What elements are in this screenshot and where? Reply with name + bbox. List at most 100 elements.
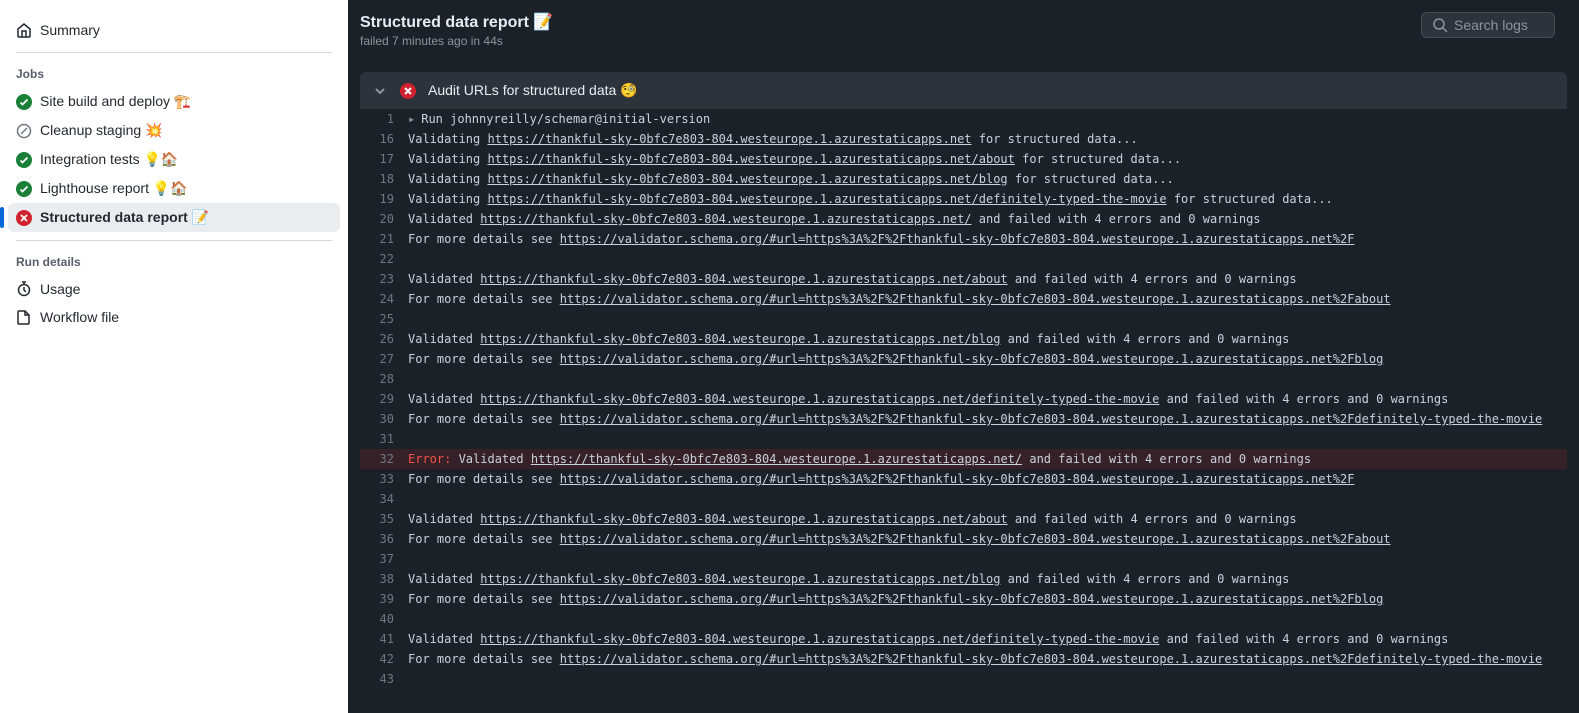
line-text: Validated https://thankful-sky-0bfc7e803… [408,269,1567,289]
log-link[interactable]: https://thankful-sky-0bfc7e803-804.weste… [531,452,1022,466]
log-link[interactable]: https://thankful-sky-0bfc7e803-804.weste… [487,132,971,146]
line-number: 41 [360,629,408,649]
sidebar-item-label: Site build and deploy 🏗️ [40,93,191,110]
line-text: Validating https://thankful-sky-0bfc7e80… [408,189,1567,209]
log-link[interactable]: https://validator.schema.org/#url=https%… [560,592,1384,606]
sidebar-job-item[interactable]: Cleanup staging 💥 [8,116,340,145]
log-link[interactable]: https://validator.schema.org/#url=https%… [560,352,1384,366]
sidebar-item-label: Usage [40,281,80,297]
line-text [408,429,1567,449]
line-text: Validating https://thankful-sky-0bfc7e80… [408,149,1567,169]
line-text: Validated https://thankful-sky-0bfc7e803… [408,389,1567,409]
sidebar-item-label: Lighthouse report 💡🏠 [40,180,188,197]
file-icon [16,309,32,325]
log-link[interactable]: https://validator.schema.org/#url=https%… [560,232,1355,246]
line-number: 31 [360,429,408,449]
log-link[interactable]: https://thankful-sky-0bfc7e803-804.weste… [480,632,1159,646]
log-link[interactable]: https://thankful-sky-0bfc7e803-804.weste… [480,512,1007,526]
stopwatch-icon [16,281,32,297]
line-number: 42 [360,649,408,669]
line-number: 39 [360,589,408,609]
sidebar-workflow-file[interactable]: Workflow file [8,303,340,331]
log-link[interactable]: https://thankful-sky-0bfc7e803-804.weste… [480,572,1000,586]
sidebar-item-label: Workflow file [40,309,119,325]
log-link[interactable]: https://validator.schema.org/#url=https%… [560,532,1391,546]
search-logs[interactable] [1421,12,1555,38]
line-text [408,249,1567,269]
log-line: 19Validating https://thankful-sky-0bfc7e… [360,189,1567,209]
line-text [408,609,1567,629]
log-link[interactable]: https://thankful-sky-0bfc7e803-804.weste… [487,192,1166,206]
line-number: 23 [360,269,408,289]
log-line: 43 [360,669,1567,689]
line-text: ▸Run johnnyreilly/schemar@initial-versio… [408,109,1567,129]
log-link[interactable]: https://thankful-sky-0bfc7e803-804.weste… [480,272,1007,286]
line-text: Error: Validated https://thankful-sky-0b… [408,449,1567,469]
caret-icon[interactable]: ▸ [408,112,415,126]
line-text: Validating https://thankful-sky-0bfc7e80… [408,129,1567,149]
sidebar-job-item[interactable]: Lighthouse report 💡🏠 [8,174,340,203]
log-line: 30For more details see https://validator… [360,409,1567,429]
log-link[interactable]: https://validator.schema.org/#url=https%… [560,292,1391,306]
line-text [408,309,1567,329]
log-link[interactable]: https://thankful-sky-0bfc7e803-804.weste… [480,332,1000,346]
log-line: 28 [360,369,1567,389]
sidebar: Summary Jobs Site build and deploy 🏗️ Cle… [0,0,348,713]
jobs-heading: Jobs [8,61,340,87]
sidebar-job-item[interactable]: Site build and deploy 🏗️ [8,87,340,116]
x-circle-icon [400,83,416,99]
line-number: 37 [360,549,408,569]
log-link[interactable]: https://validator.schema.org/#url=https%… [560,652,1543,666]
page-title: Structured data report 📝 [360,12,553,32]
line-number: 43 [360,669,408,689]
line-number: 36 [360,529,408,549]
log-line: 32Error: Validated https://thankful-sky-… [360,449,1567,469]
step-title: Audit URLs for structured data 🧐 [428,82,638,99]
sidebar-item-label: Summary [40,22,100,38]
line-text: For more details see https://validator.s… [408,229,1567,249]
search-input[interactable] [1454,17,1544,33]
x-circle-icon [16,210,32,226]
step-header[interactable]: Audit URLs for structured data 🧐 [360,72,1567,109]
log-link[interactable]: https://validator.schema.org/#url=https%… [560,412,1543,426]
log-line: 38Validated https://thankful-sky-0bfc7e8… [360,569,1567,589]
line-text: For more details see https://validator.s… [408,469,1567,489]
line-text: For more details see https://validator.s… [408,529,1567,549]
sidebar-usage[interactable]: Usage [8,275,340,303]
log-line: 20Validated https://thankful-sky-0bfc7e8… [360,209,1567,229]
log-line: 1▸Run johnnyreilly/schemar@initial-versi… [360,109,1567,129]
line-text: Validated https://thankful-sky-0bfc7e803… [408,209,1567,229]
sidebar-job-item[interactable]: Integration tests 💡🏠 [8,145,340,174]
main-header: Structured data report 📝 failed 7 minute… [348,0,1579,60]
log-link[interactable]: https://validator.schema.org/#url=https%… [560,472,1355,486]
line-number: 19 [360,189,408,209]
log-output[interactable]: 1▸Run johnnyreilly/schemar@initial-versi… [360,109,1567,713]
line-text: For more details see https://validator.s… [408,589,1567,609]
log-line: 25 [360,309,1567,329]
log-line: 40 [360,609,1567,629]
log-link[interactable]: https://thankful-sky-0bfc7e803-804.weste… [487,172,1007,186]
line-number: 21 [360,229,408,249]
sidebar-job-item[interactable]: Structured data report 📝 [8,203,340,232]
line-number: 1 [360,109,408,129]
line-number: 17 [360,149,408,169]
log-line: 18Validating https://thankful-sky-0bfc7e… [360,169,1567,189]
line-text: For more details see https://validator.s… [408,409,1567,429]
log-link[interactable]: https://thankful-sky-0bfc7e803-804.weste… [480,212,971,226]
sidebar-summary[interactable]: Summary [8,16,340,44]
line-number: 22 [360,249,408,269]
line-text: Validated https://thankful-sky-0bfc7e803… [408,509,1567,529]
log-link[interactable]: https://thankful-sky-0bfc7e803-804.weste… [480,392,1159,406]
home-icon [16,22,32,38]
line-text: For more details see https://validator.s… [408,649,1567,669]
jobs-list: Site build and deploy 🏗️ Cleanup staging … [8,87,340,232]
log-line: 42For more details see https://validator… [360,649,1567,669]
line-number: 18 [360,169,408,189]
log-link[interactable]: https://thankful-sky-0bfc7e803-804.weste… [487,152,1014,166]
sidebar-item-label: Structured data report 📝 [40,209,209,226]
sidebar-item-label: Cleanup staging 💥 [40,122,163,139]
log-line: 22 [360,249,1567,269]
log-line: 23Validated https://thankful-sky-0bfc7e8… [360,269,1567,289]
line-text: Validating https://thankful-sky-0bfc7e80… [408,169,1567,189]
line-number: 33 [360,469,408,489]
